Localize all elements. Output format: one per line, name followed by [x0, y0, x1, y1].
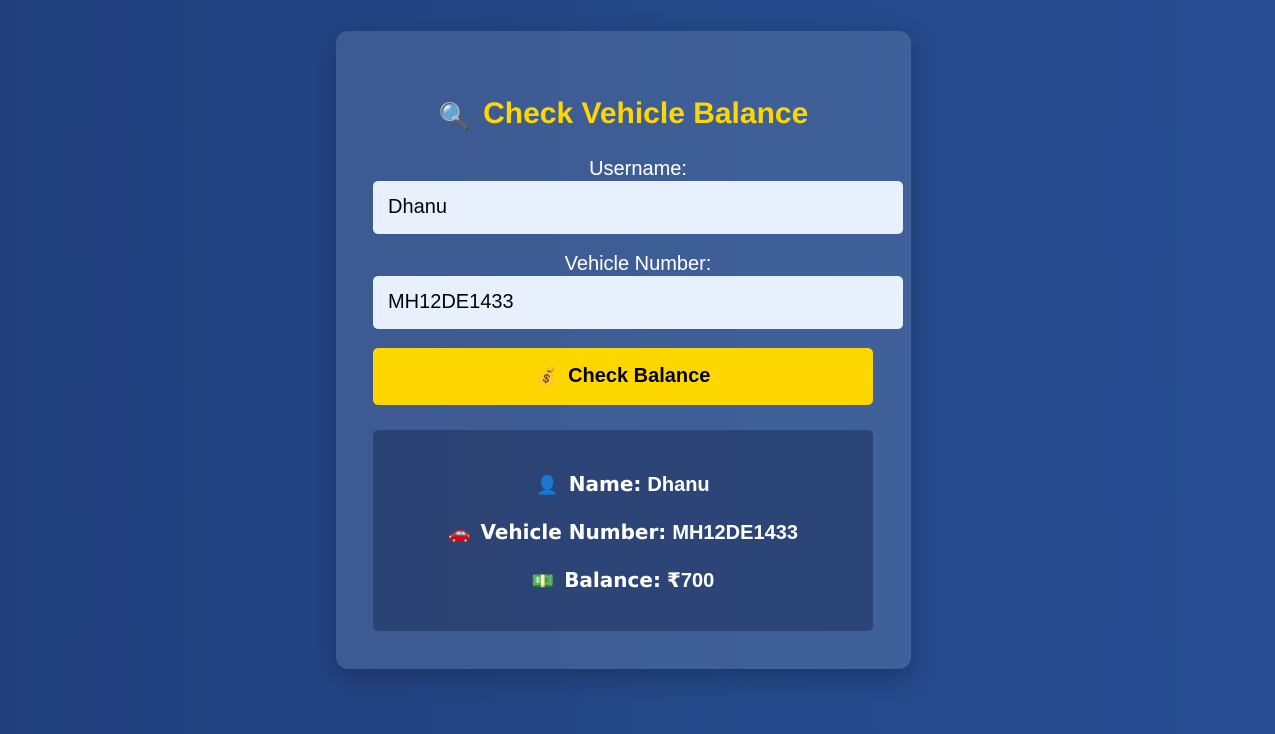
user-icon: 👤: [536, 475, 559, 495]
result-name-label: Name:: [568, 472, 642, 496]
banknote-icon: 💵: [531, 571, 555, 591]
vehicle-number-input[interactable]: [373, 276, 903, 329]
result-balance-value: ₹700: [666, 570, 715, 592]
result-balance-row: 💵 Balance: ₹700: [373, 567, 873, 594]
car-icon: 🚗: [448, 523, 471, 543]
check-balance-button[interactable]: 💰 Check Balance: [373, 348, 873, 405]
page-title-text: Check Vehicle Balance: [483, 97, 809, 130]
username-input[interactable]: [373, 181, 903, 234]
magnifier-icon: 🔍: [438, 101, 472, 131]
result-balance-label: Balance:: [564, 568, 661, 592]
check-balance-button-label: Check Balance: [568, 365, 711, 387]
result-name-row: 👤 Name: Dhanu: [373, 471, 873, 498]
page-title: 🔍 Check Vehicle Balance: [336, 94, 911, 136]
money-bag-icon: 💰: [535, 366, 559, 386]
result-vehicle-value: MH12DE1433: [672, 522, 798, 544]
result-panel: 👤 Name: Dhanu 🚗 Vehicle Number: MH12DE1433 💵…: [373, 430, 873, 631]
result-vehicle-label: Vehicle Number:: [480, 520, 667, 544]
balance-card: 🔍 Check Vehicle Balance Username: Vehicle…: [336, 31, 911, 669]
username-label: Username:: [589, 158, 687, 180]
result-vehicle-row: 🚗 Vehicle Number: MH12DE1433: [373, 519, 873, 546]
vehicle-number-label: Vehicle Number:: [564, 253, 712, 275]
result-name-value: Dhanu: [647, 474, 710, 496]
